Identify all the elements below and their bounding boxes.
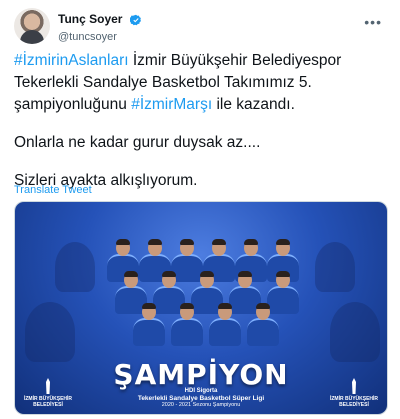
tweet-media-image[interactable]: ŞAMPİYON HDI Sigorta Tekerlekli Sandalye…: [14, 201, 388, 415]
author-handle[interactable]: @tuncsoyer: [58, 30, 142, 44]
author-names: Tunç Soyer @tuncsoyer: [58, 11, 142, 44]
izmir-municipality-logo-right: İZMİR BÜYÜKŞEHİR BELEDİYESİ: [329, 378, 379, 408]
clock-tower-icon: [46, 378, 50, 394]
verified-badge-icon: [129, 14, 141, 26]
more-options-icon[interactable]: •••: [364, 14, 382, 30]
logo-right-text: İZMİR BÜYÜKŞEHİR BELEDİYESİ: [329, 396, 379, 408]
tweet-paragraph-2: Onlarla ne kadar gurur duysak az....: [14, 134, 261, 151]
clock-tower-icon: [352, 378, 356, 394]
tweet-header: Tunç Soyer @tuncsoyer •••: [14, 8, 386, 44]
izmir-municipality-logo-left: İZMİR BÜYÜKŞEHİR BELEDİYESİ: [23, 378, 73, 408]
translate-tweet-link[interactable]: Translate Tweet: [14, 184, 92, 196]
hashtag-izmirin-aslanlari[interactable]: #İzmirinAslanları: [14, 52, 129, 69]
tweet-paragraph-1: #İzmirinAslanları İzmir Büyükşehir Beled…: [14, 50, 386, 116]
author-display-name[interactable]: Tunç Soyer: [58, 12, 122, 27]
logo-left-text: İZMİR BÜYÜKŞEHİR BELEDİYESİ: [23, 396, 73, 408]
avatar[interactable]: [14, 8, 50, 44]
tweet-text-segment: ile kazandı.: [212, 96, 295, 113]
hashtag-izmir-marsi[interactable]: #İzmirMarşı: [131, 96, 212, 113]
tweet-text: #İzmirinAslanları İzmir Büyükşehir Beled…: [14, 50, 386, 192]
tweet: Tunç Soyer @tuncsoyer ••• #İzmirinAslanl…: [0, 0, 400, 419]
